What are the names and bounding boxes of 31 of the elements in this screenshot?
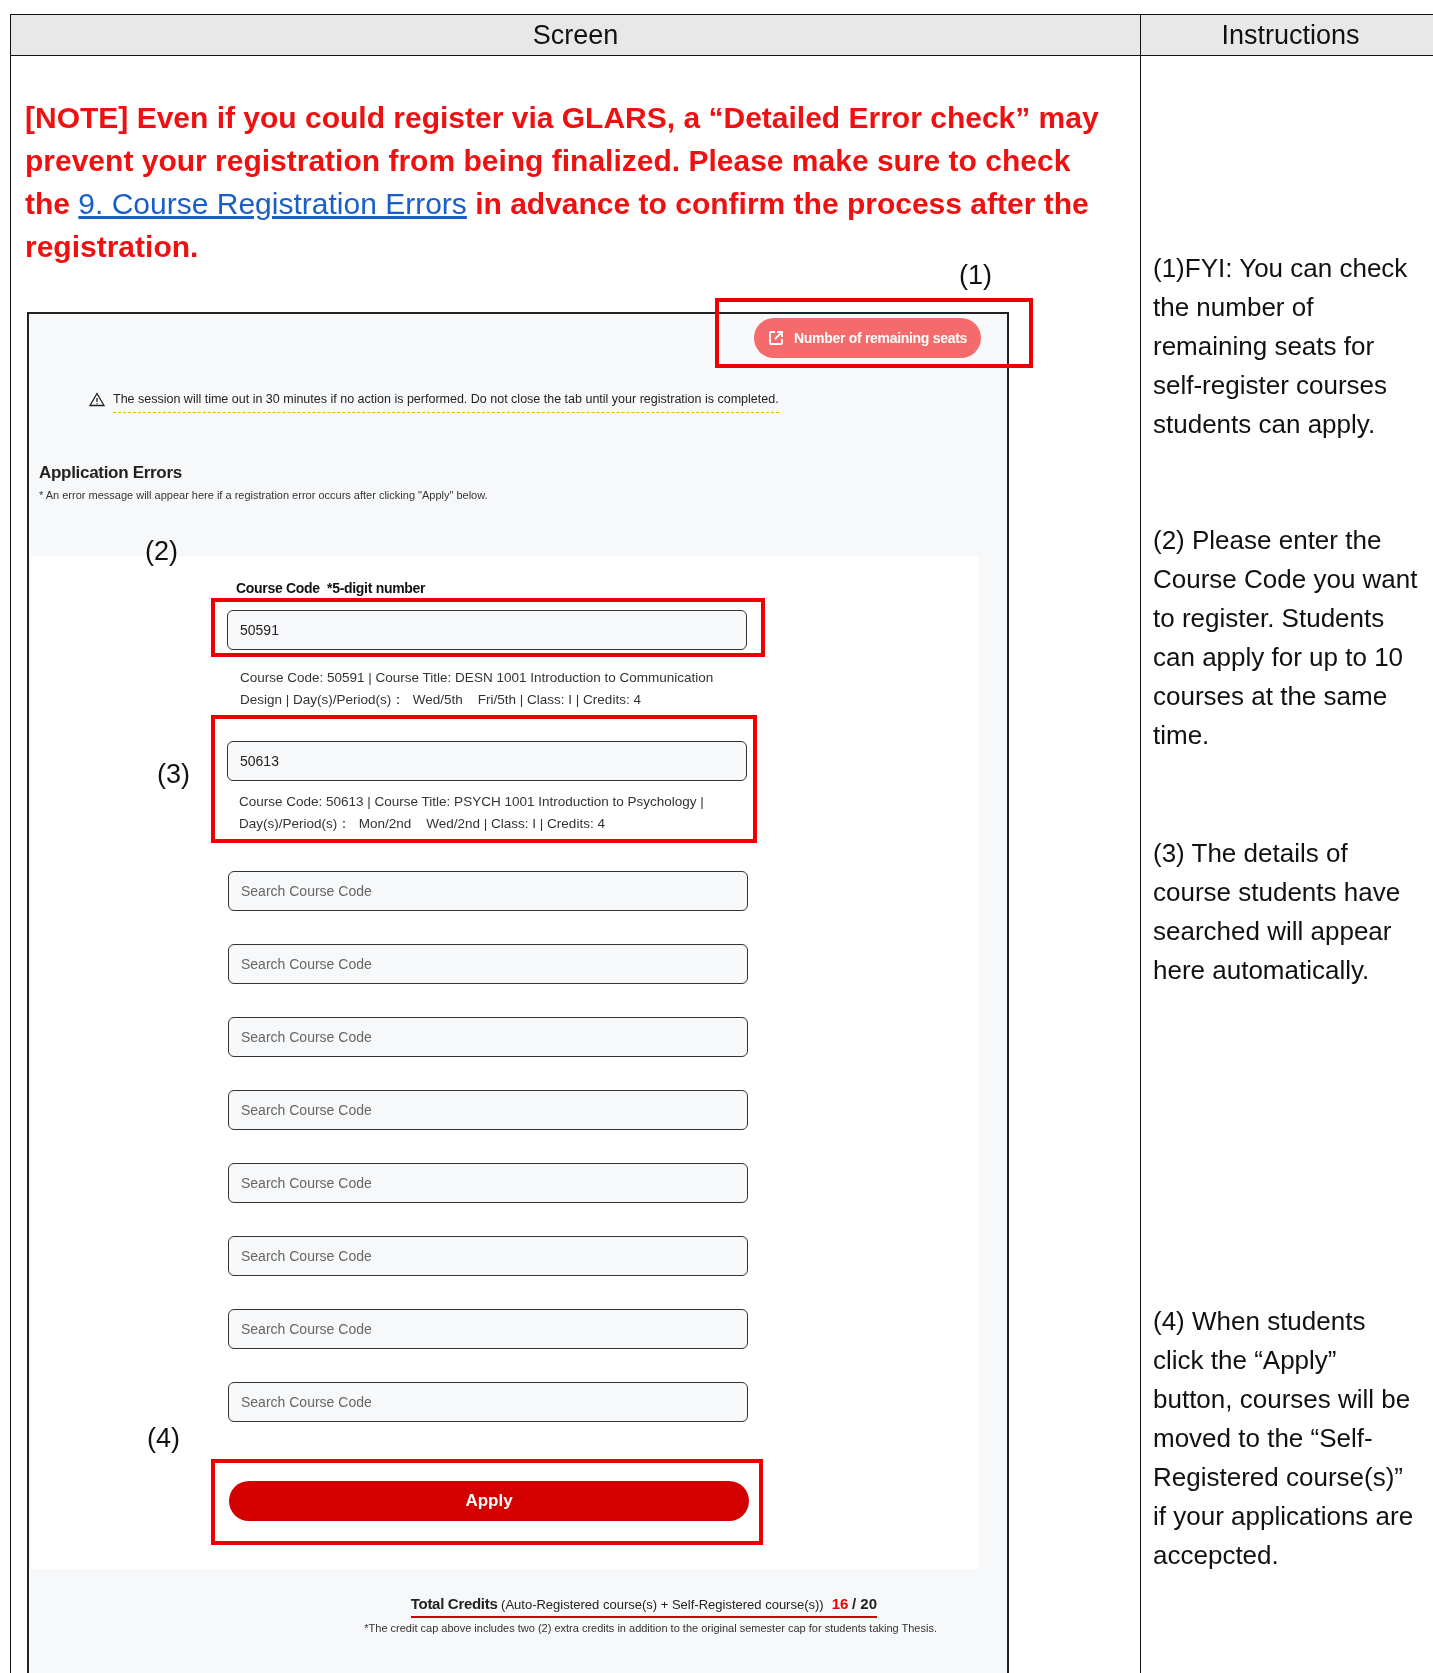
apply-button[interactable]: Apply (229, 1481, 749, 1521)
annotation-marker: (4) (147, 1423, 180, 1454)
course-code-field[interactable]: 50613 (227, 741, 747, 781)
course-code-field[interactable]: Search Course Code (228, 1017, 748, 1057)
instruction-text: (2) Please enter the Course Code you want to register. Students can apply for up to 10 courses at the same time. (1153, 524, 1418, 752)
instruction-text: (3) The details of course students have searched will appear here automatically. (1153, 837, 1402, 987)
field-label: Course Code *5-digit number (236, 580, 427, 596)
instruction-text: (4) When students click the “Apply” button, courses will be moved to the “Self-Registered course(s)” if your applications are accepcted. (1153, 1305, 1415, 1572)
annotation-marker: (3) (157, 759, 190, 790)
instruction-text: (1)FYI: You can check the number of remaining seats for self-register courses students can apply. (1153, 252, 1409, 441)
course-details: Course Code: 50613 | Course Title: PSYCH 1001 Introduction to Psychology | Day(s)/Period(s)： Mon/2nd Wed/2nd | Class: I | Credits: 4 (239, 793, 705, 833)
course-details: Course Code: 50591 | Course Title: DESN 1001 Introduction to Communication Design | Day(s)/Period(s)： Wed/5th Fri/5th | Class: I | Credits: 4 (240, 669, 715, 709)
course-code-field[interactable]: Search Course Code (228, 1309, 748, 1349)
course-code-field[interactable]: Search Course Code (228, 1382, 748, 1422)
link[interactable]: 9. Course Registration Errors (78, 187, 467, 220)
annotation-marker: (2) (145, 536, 178, 567)
course-code-field[interactable]: Search Course Code (228, 944, 748, 984)
hint-text: * An error message will appear here if a registration error occurs after clicking "Apply" below. (39, 489, 489, 501)
course-code-field[interactable]: Search Course Code (228, 1236, 748, 1276)
timeout-warning: The session will time out in 30 minutes if no action is performed. Do not close the tab until your registration is completed. (113, 392, 779, 413)
course-code-field[interactable]: 50591 (227, 610, 747, 650)
course-code-field[interactable]: Search Course Code (228, 1163, 748, 1203)
column-header: Instructions (1141, 15, 1433, 56)
column-header: Screen (11, 15, 1141, 56)
external-link-icon (768, 330, 784, 346)
section-title: Application Errors (39, 463, 183, 483)
course-code-field[interactable]: Search Course Code (228, 871, 748, 911)
warning-icon (89, 392, 105, 407)
total-credits: Total Credits (Auto-Registered course(s) + Self-Registered course(s)) 16 / 20 (410, 1595, 877, 1618)
course-code-field[interactable]: Search Course Code (228, 1090, 748, 1130)
footnote: *The credit cap above includes two (2) extra credits in addition to the original semester cap for students taking Thesis. (363, 1622, 938, 1634)
